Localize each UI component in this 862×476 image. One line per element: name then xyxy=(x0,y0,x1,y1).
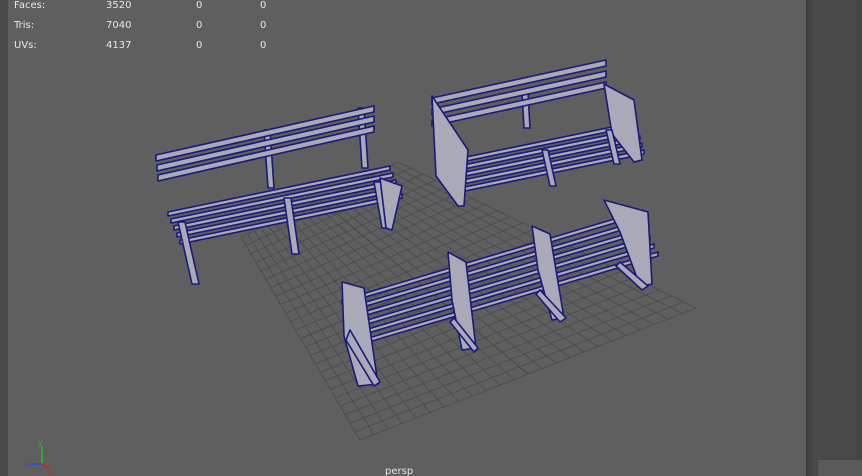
z-axis-label: z xyxy=(24,459,28,468)
hud-uvs-total: 4137 xyxy=(106,40,132,51)
right-panel-body xyxy=(812,0,856,476)
bench-back-right[interactable] xyxy=(431,59,645,207)
bench-leg xyxy=(521,91,531,129)
hud-uvs-components: 0 xyxy=(260,40,267,51)
camera-label: persp xyxy=(385,466,414,476)
hud-tris-total: 7040 xyxy=(106,20,132,31)
app-frame: y x z persp Faces: 3520 0 0 Tris: 7040 0… xyxy=(0,0,862,476)
y-axis-label: y xyxy=(38,438,43,447)
3d-viewport[interactable]: y x z persp xyxy=(8,0,806,476)
axis-gizmo: y x z xyxy=(24,438,53,476)
scene-canvas[interactable] xyxy=(8,0,806,476)
hud-faces-total: 3520 xyxy=(106,0,132,11)
hud-row-tris: Tris: 7040 0 0 xyxy=(14,20,284,34)
x-axis-label: x xyxy=(48,469,53,476)
seat-slat xyxy=(357,243,655,337)
right-panel-footer xyxy=(818,460,862,476)
hud-tris-components: 0 xyxy=(260,20,267,31)
right-side-panel xyxy=(806,0,862,476)
hud-uvs-label: UVs: xyxy=(14,40,37,51)
hud-row-uvs: UVs: 4137 0 0 xyxy=(14,40,284,54)
seat-slat xyxy=(345,219,643,313)
hud-faces-label: Faces: xyxy=(14,0,46,11)
hud-row-faces: Faces: 3520 0 0 xyxy=(14,0,284,14)
hud-tris-selected: 0 xyxy=(196,20,203,31)
hud-tris-label: Tris: xyxy=(14,20,35,31)
hud-faces-components: 0 xyxy=(260,0,267,11)
hud-faces-selected: 0 xyxy=(196,0,203,11)
left-panel-edge xyxy=(0,0,8,476)
hud-uvs-selected: 0 xyxy=(196,40,203,51)
